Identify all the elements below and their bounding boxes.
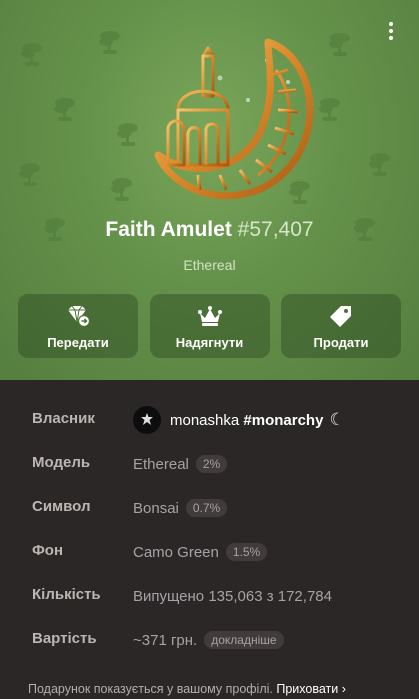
price-key: Вартість (32, 630, 97, 647)
price-value-group: ~371 грн. докладніше (133, 618, 284, 662)
sell-label: Продати (313, 334, 369, 350)
owner-username: monashka (170, 411, 240, 429)
price-row: Вартість ~371 грн. докладніше (0, 618, 419, 662)
owner-row: Власник monashka #monarchy ☾ (0, 398, 419, 442)
model-key: Модель (32, 454, 91, 471)
moon-emoji: ☾ (329, 410, 345, 429)
model-rarity-badge: 2% (195, 455, 228, 473)
symbol-key: Символ (32, 498, 91, 515)
transfer-label: Передати (47, 334, 109, 350)
symbol-value: Bonsai (133, 499, 179, 517)
symbol-row: Символ Bonsai 0.7% (0, 486, 419, 530)
quantity-row: Кількість Випущено 135,063 з 172,784 (0, 574, 419, 618)
avatar (133, 406, 161, 434)
price-value: ~371 грн. (133, 631, 198, 649)
hide-label: Приховати (276, 682, 339, 696)
chevron-right-icon: › (341, 682, 346, 696)
background-row: Фон Camo Green 1.5% (0, 530, 419, 574)
sell-button[interactable]: Продати (281, 294, 401, 358)
crown-icon (197, 303, 223, 329)
model-row: Модель Ethereal 2% (0, 442, 419, 486)
footer-text: Подарунок показується у вашому профілі. (28, 682, 273, 696)
gem-transfer-icon (65, 303, 91, 329)
gift-hero: Faith Amulet #57,407 Ethereal Передати Н… (0, 0, 419, 380)
background-value-group: Camo Green 1.5% (133, 530, 268, 574)
symbol-value-group: Bonsai 0.7% (133, 486, 228, 530)
action-bar: Передати Надягнути Продати (18, 294, 401, 358)
owner-key: Власник (32, 410, 95, 427)
background-key: Фон (32, 542, 64, 559)
gift-name: Faith Amulet (105, 218, 232, 241)
wear-label: Надягнути (175, 334, 244, 350)
owner-tag: #monarchy (243, 411, 324, 429)
gift-title: Faith Amulet #57,407 (0, 218, 419, 242)
model-value: Ethereal (133, 455, 189, 473)
background-value: Camo Green (133, 543, 219, 561)
wear-button[interactable]: Надягнути (149, 294, 270, 358)
quantity-key: Кількість (32, 586, 101, 603)
price-details-button[interactable]: докладніше (204, 631, 284, 649)
more-options-icon[interactable] (385, 20, 397, 42)
price-tag-icon (328, 303, 354, 329)
quantity-value: Випущено 135,063 з 172,784 (133, 587, 332, 605)
gift-model-tag: Ethereal (183, 257, 236, 273)
gift-number: #57,407 (237, 218, 314, 241)
transfer-button[interactable]: Передати (18, 294, 138, 358)
symbol-rarity-badge: 0.7% (185, 499, 228, 517)
profile-visibility-note: Подарунок показується у вашому профілі. … (28, 682, 346, 696)
faith-amulet-image (154, 38, 314, 200)
hide-link[interactable]: Приховати › (276, 682, 346, 696)
gift-info-table: Власник monashka #monarchy ☾ Модель Ethe… (0, 398, 419, 662)
model-value-group: Ethereal 2% (133, 442, 228, 486)
owner-link[interactable]: monashka #monarchy ☾ (133, 398, 345, 442)
background-rarity-badge: 1.5% (225, 543, 268, 561)
owner-name: monashka #monarchy (170, 412, 323, 429)
